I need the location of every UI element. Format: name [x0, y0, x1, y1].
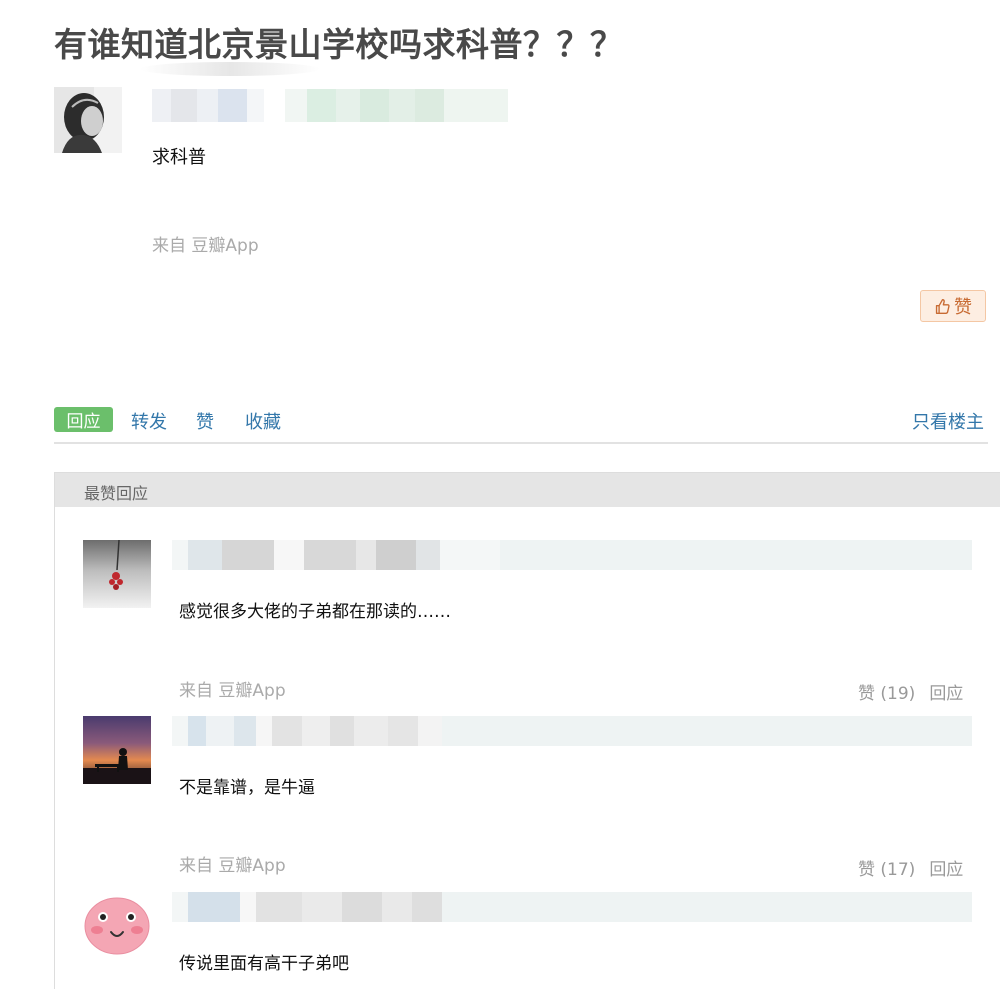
comment-avatar[interactable] [83, 890, 151, 958]
comment-source: 来自 豆瓣App [179, 681, 286, 701]
title-decoration [140, 62, 320, 76]
post-content: 求科普 [152, 147, 206, 168]
post-title: 有谁知道北京景山学校吗求科普？？？ [54, 25, 624, 64]
forward-link[interactable]: 转发 [131, 408, 167, 434]
comment-avatar[interactable] [83, 540, 151, 608]
collect-link[interactable]: 收藏 [245, 408, 281, 434]
op-avatar-image [54, 87, 122, 153]
comment-meta: 赞 (17) 回应 [858, 855, 963, 880]
top-replies-title: 最赞回应 [84, 484, 149, 503]
post-source: 来自 豆瓣App [152, 236, 259, 256]
comment-reply-link[interactable]: 回应 [929, 684, 963, 704]
top-replies-header: 最赞回应 [55, 473, 1000, 507]
comment-username-blurred[interactable] [172, 892, 972, 922]
only-op-link[interactable]: 只看楼主 [912, 408, 984, 434]
comment-meta: 赞 (19) 回应 [858, 679, 963, 704]
comment-username-blurred[interactable] [172, 540, 972, 570]
post-like-label: 赞 [954, 297, 972, 318]
comment-username-blurred[interactable] [172, 716, 972, 746]
like-link[interactable]: 赞 [196, 408, 214, 434]
comment-text: 传说里面有高干子弟吧 [179, 954, 349, 974]
divider [54, 442, 988, 444]
comment-avatar-image [83, 540, 151, 608]
comment-text: 不是靠谱，是牛逼 [179, 778, 315, 798]
post-like-button[interactable]: 赞 [920, 290, 986, 322]
comment-reply-link[interactable]: 回应 [929, 860, 963, 880]
op-avatar[interactable] [54, 87, 122, 153]
comment-avatar[interactable] [83, 716, 151, 784]
comment-text: 感觉很多大佬的子弟都在那读的…… [179, 602, 451, 622]
comment-avatar-image [83, 890, 151, 958]
thumbs-up-icon [935, 298, 950, 314]
comment-like-count[interactable]: 赞 (17) [858, 860, 915, 880]
comment-like-count[interactable]: 赞 (19) [858, 684, 915, 704]
comment-avatar-image [83, 716, 151, 784]
op-username-blurred[interactable] [152, 89, 509, 122]
douban-post-page: 有谁知道北京景山学校吗求科普？？？ 求科普 来自 豆瓣App 赞 回应 转发 赞… [0, 0, 1000, 989]
reply-button[interactable]: 回应 [54, 407, 113, 432]
post-action-bar: 回应 转发 赞 收藏 只看楼主 [54, 405, 988, 435]
comment-source: 来自 豆瓣App [179, 856, 286, 876]
